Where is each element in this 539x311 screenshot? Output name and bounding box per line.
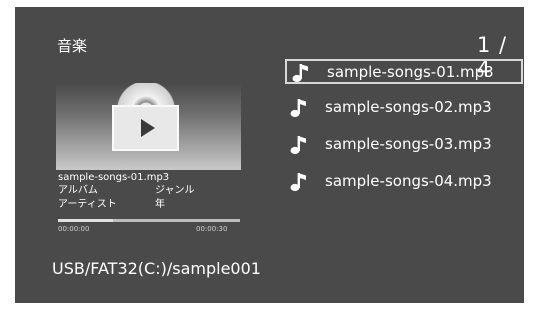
- music-screen: 音楽 1 / 4 sample-songs-01.mp3 アルバム ジャンル ア…: [15, 7, 524, 303]
- album-label: アルバム: [58, 185, 98, 196]
- play-box: [112, 105, 179, 151]
- playlist-item-label: sample-songs-01.mp3: [327, 63, 494, 81]
- playlist: sample-songs-01.mp3 sample-songs-02.mp3 sa…: [285, 59, 523, 207]
- progress-fill: [58, 219, 113, 222]
- playlist-item[interactable]: sample-songs-01.mp3: [285, 59, 523, 84]
- playlist-item[interactable]: sample-songs-04.mp3: [285, 170, 523, 195]
- playlist-item[interactable]: sample-songs-02.mp3: [285, 96, 523, 121]
- folder-path: USB/FAT32(C:)/sample001: [52, 259, 261, 278]
- genre-label: ジャンル: [155, 185, 195, 196]
- playlist-item[interactable]: sample-songs-03.mp3: [285, 133, 523, 158]
- album-art-thumbnail[interactable]: [56, 83, 241, 170]
- play-icon: [141, 119, 155, 137]
- progress-bar[interactable]: [58, 219, 240, 222]
- file-name: sample-songs-01.mp3: [58, 172, 170, 183]
- playlist-item-label: sample-songs-02.mp3: [325, 98, 492, 116]
- elapsed-time: 00:00:00: [58, 225, 90, 233]
- playlist-item-label: sample-songs-03.mp3: [325, 135, 492, 153]
- music-note-icon: [290, 136, 306, 155]
- artist-label: アーティスト: [58, 199, 117, 210]
- music-note-icon: [290, 173, 306, 192]
- music-note-icon: [292, 64, 308, 83]
- music-note-icon: [290, 99, 306, 118]
- year-label: 年: [155, 199, 165, 210]
- playlist-item-label: sample-songs-04.mp3: [325, 172, 492, 190]
- total-time: 00:00:30: [196, 225, 228, 233]
- page-title: 音楽: [57, 37, 88, 55]
